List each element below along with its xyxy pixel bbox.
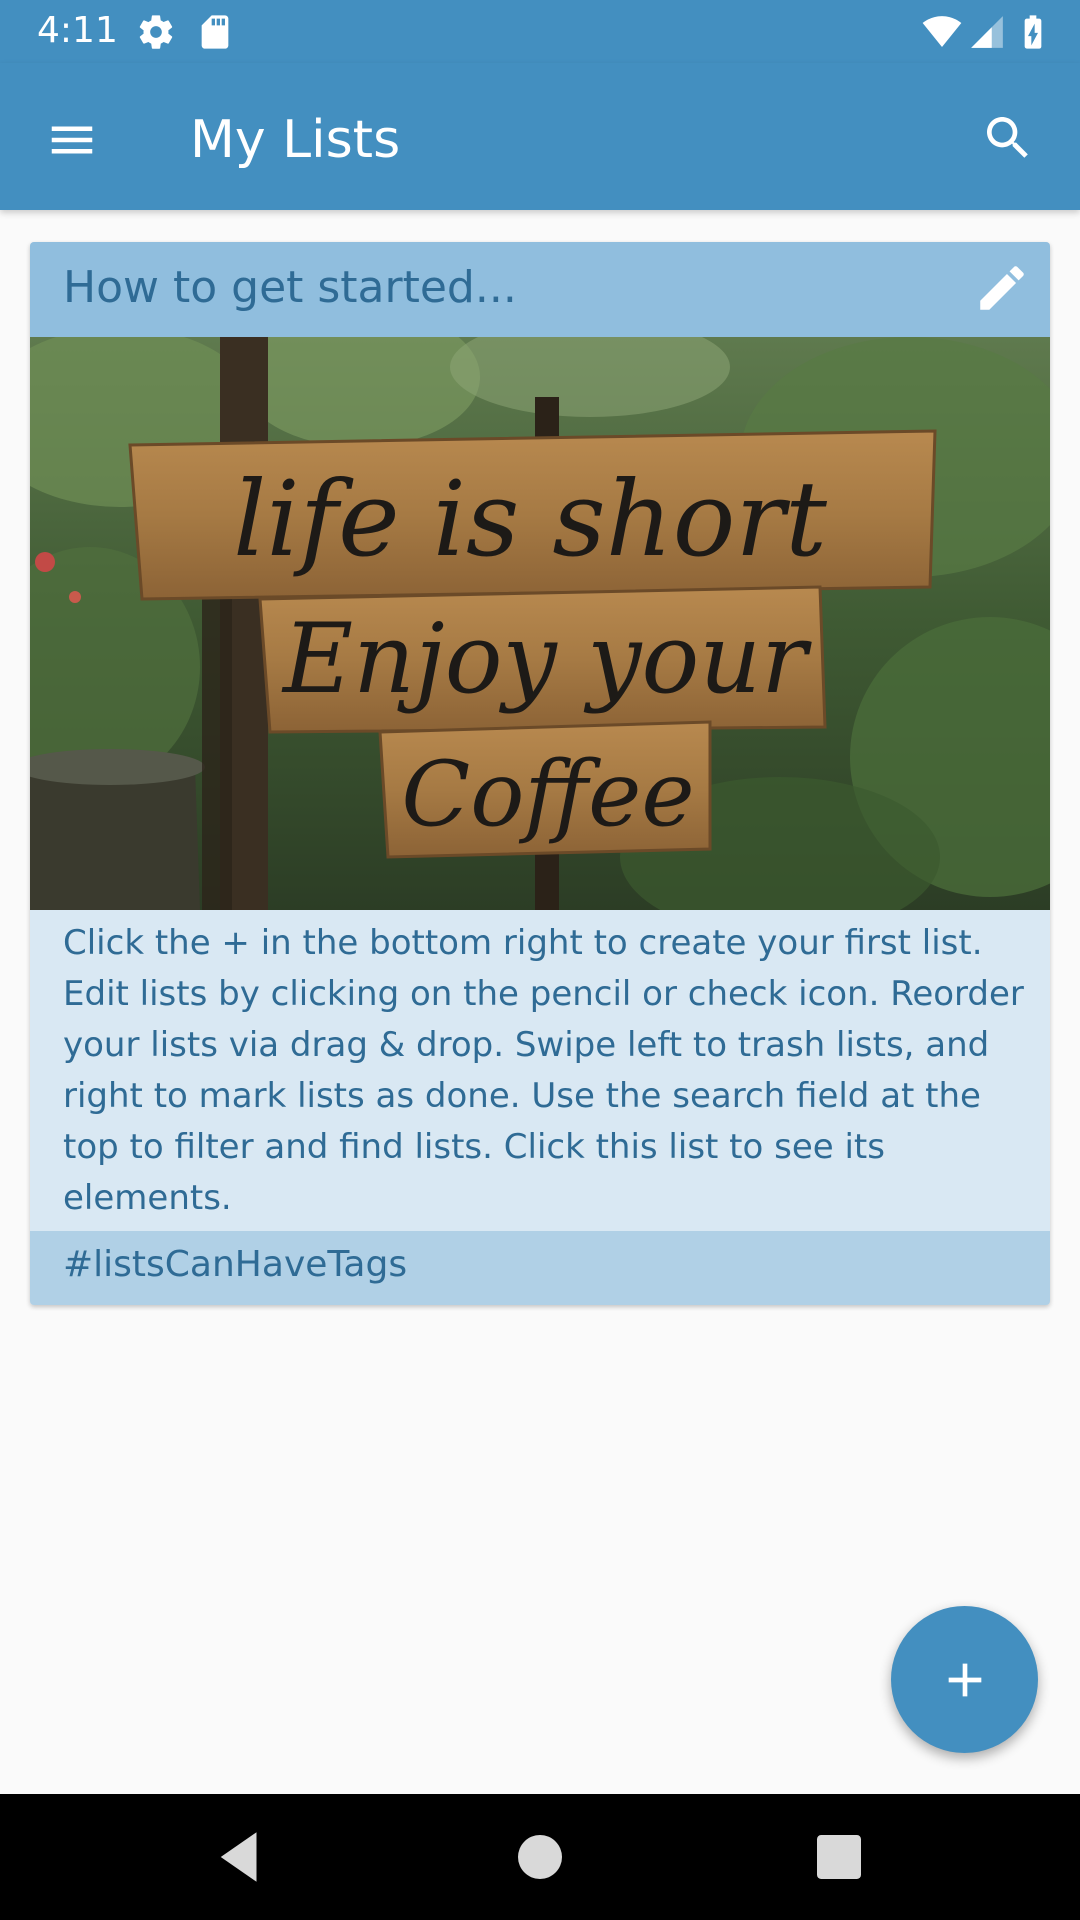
card-header: How to get started... xyxy=(30,242,1050,337)
menu-button[interactable] xyxy=(36,104,108,176)
sign-line-2: Enjoy your xyxy=(281,603,812,715)
search-button[interactable] xyxy=(972,102,1044,174)
card-image: life is short Enjoy your Coffee xyxy=(30,337,1050,910)
recents-button[interactable] xyxy=(806,1824,872,1890)
screen: 4:11 My Lists How to get started... life… xyxy=(0,0,1080,1920)
status-bar: 4:11 xyxy=(0,0,1080,63)
wifi-icon xyxy=(920,12,964,52)
pencil-icon xyxy=(973,259,1031,317)
search-icon xyxy=(980,110,1036,166)
sd-card-icon xyxy=(195,12,235,52)
list-card[interactable]: How to get started... life is short Enjo… xyxy=(30,242,1050,1305)
home-icon xyxy=(507,1824,573,1890)
sign-line-3: Coffee xyxy=(401,742,694,847)
app-bar: My Lists xyxy=(0,63,1080,210)
add-list-button[interactable] xyxy=(891,1606,1038,1753)
card-title: How to get started... xyxy=(63,262,517,313)
card-description: Click the + in the bottom right to creat… xyxy=(63,923,1024,1218)
back-button[interactable] xyxy=(207,1824,273,1890)
back-icon xyxy=(207,1824,273,1890)
app-title: My Lists xyxy=(190,110,401,170)
edit-button[interactable] xyxy=(964,250,1040,326)
navigation-bar xyxy=(0,1794,1080,1920)
settings-icon xyxy=(136,12,176,52)
plus-icon xyxy=(937,1652,993,1708)
cell-signal-icon xyxy=(968,12,1006,52)
home-button[interactable] xyxy=(507,1824,573,1890)
recents-icon xyxy=(806,1824,872,1890)
card-tags: #listsCanHaveTags xyxy=(30,1231,1050,1305)
hamburger-menu-icon xyxy=(45,113,99,167)
battery-charging-icon xyxy=(1013,12,1053,52)
status-time: 4:11 xyxy=(37,10,118,51)
sign-line-1: life is short xyxy=(233,458,827,580)
